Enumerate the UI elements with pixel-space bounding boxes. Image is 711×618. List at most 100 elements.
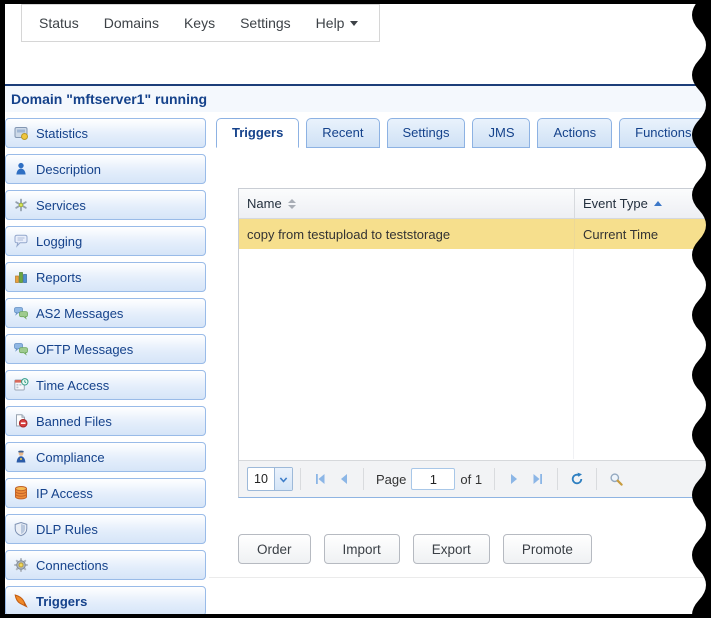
tab-jms[interactable]: JMS (472, 118, 530, 148)
sidebar-item-triggers[interactable]: Triggers (5, 586, 206, 614)
sidebar-item-label: OFTP Messages (36, 342, 133, 357)
speech-bubble-icon (13, 233, 29, 249)
pagination-toolbar: 10 Page of 1 (239, 460, 710, 497)
page-size-select[interactable]: 10 (247, 467, 293, 491)
prev-page-icon (337, 472, 351, 486)
sidebar-item-time-access[interactable]: Time Access (5, 370, 206, 400)
import-button[interactable]: Import (324, 534, 400, 564)
person-badge-icon (13, 449, 29, 465)
menu-item-settings[interactable]: Settings (240, 15, 291, 31)
tab-functions[interactable]: Functions (619, 118, 707, 148)
menubar: Status Domains Keys Settings Help (21, 4, 380, 42)
sidebar-item-reports[interactable]: Reports (5, 262, 206, 292)
menu-item-status[interactable]: Status (39, 15, 79, 31)
first-page-icon (313, 472, 327, 486)
menu-item-domains[interactable]: Domains (104, 15, 159, 31)
calendar-clock-icon (13, 377, 29, 393)
page-label: Page (376, 472, 406, 487)
tab-settings[interactable]: Settings (387, 118, 466, 148)
statistics-icon (13, 125, 29, 141)
ip-database-icon (13, 485, 29, 501)
refresh-button[interactable] (567, 469, 587, 489)
user-icon (13, 161, 29, 177)
next-page-icon (507, 472, 521, 486)
sidebar-item-label: Triggers (36, 594, 87, 609)
page-of-label: of 1 (460, 472, 482, 487)
search-button[interactable] (606, 469, 626, 489)
tab-actions[interactable]: Actions (537, 118, 612, 148)
sidebar-item-label: Connections (36, 558, 108, 573)
sidebar-item-label: Banned Files (36, 414, 112, 429)
search-icon (609, 472, 623, 486)
select-dropdown-button[interactable] (274, 468, 292, 490)
column-label: Name (247, 196, 282, 211)
column-header-event-type[interactable]: Event Type (574, 189, 710, 218)
promote-button[interactable]: Promote (503, 534, 592, 564)
shield-icon (13, 521, 29, 537)
trigger-icon (13, 593, 29, 609)
sidebar-item-connections[interactable]: Connections (5, 550, 206, 580)
column-divider (573, 249, 574, 459)
gear-icon (13, 557, 29, 573)
toolbar-separator (363, 468, 364, 490)
sidebar-item-as2-messages[interactable]: AS2 Messages (5, 298, 206, 328)
prev-page-button[interactable] (334, 469, 354, 489)
tab-bar: Triggers Recent Settings JMS Actions Fun… (216, 118, 708, 148)
tab-recent[interactable]: Recent (306, 118, 379, 148)
sidebar-item-label: DLP Rules (36, 522, 98, 537)
cell-name: copy from testupload to teststorage (239, 219, 574, 249)
first-page-button[interactable] (310, 469, 330, 489)
sidebar-item-label: Services (36, 198, 86, 213)
tab-triggers[interactable]: Triggers (216, 118, 299, 148)
bar-chart-icon (13, 269, 29, 285)
grid-header: Name Event Type (239, 189, 710, 219)
next-page-button[interactable] (504, 469, 524, 489)
sidebar-item-label: AS2 Messages (36, 306, 123, 321)
toolbar-separator (557, 468, 558, 490)
chevron-down-icon (278, 474, 289, 485)
toolbar-separator (596, 468, 597, 490)
banned-file-icon (13, 413, 29, 429)
sidebar-item-label: Description (36, 162, 101, 177)
sidebar-item-statistics[interactable]: Statistics (5, 118, 206, 148)
sidebar-item-banned-files[interactable]: Banned Files (5, 406, 206, 436)
sort-ascending-icon (654, 201, 662, 206)
sidebar-item-logging[interactable]: Logging (5, 226, 206, 256)
order-button[interactable]: Order (238, 534, 311, 564)
column-header-name[interactable]: Name (239, 189, 574, 218)
menu-item-label: Settings (240, 15, 291, 31)
menu-item-label: Help (316, 15, 345, 31)
menu-item-label: Status (39, 15, 79, 31)
menu-item-help[interactable]: Help (316, 15, 359, 31)
cell-event-type: Current Time (574, 219, 710, 249)
menu-item-keys[interactable]: Keys (184, 15, 215, 31)
sort-unsorted-icon (288, 199, 296, 209)
messages-icon (13, 305, 29, 321)
sidebar-item-ip-access[interactable]: IP Access (5, 478, 206, 508)
sidebar-item-compliance[interactable]: Compliance (5, 442, 206, 472)
toolbar-separator (494, 468, 495, 490)
sidebar-item-services[interactable]: Services (5, 190, 206, 220)
export-button[interactable]: Export (413, 534, 490, 564)
services-icon (13, 197, 29, 213)
triggers-grid: Name Event Type copy from testupload to … (238, 188, 711, 498)
toolbar-separator (300, 468, 301, 490)
table-row-selected[interactable]: copy from testupload to teststorage Curr… (239, 219, 710, 250)
sidebar-item-description[interactable]: Description (5, 154, 206, 184)
app-window: Status Domains Keys Settings Help Domain… (0, 0, 711, 618)
sidebar: Statistics Description Services Logging … (5, 118, 206, 614)
panel-bottom-divider (209, 577, 711, 578)
messages-icon (13, 341, 29, 357)
last-page-icon (531, 472, 545, 486)
domain-title-bar: Domain "mftserver1" running (5, 84, 711, 112)
last-page-button[interactable] (528, 469, 548, 489)
sidebar-item-label: Time Access (36, 378, 109, 393)
grid-empty-area (239, 249, 710, 459)
sidebar-item-oftp-messages[interactable]: OFTP Messages (5, 334, 206, 364)
page-number-input[interactable] (411, 468, 455, 490)
page-size-value: 10 (248, 468, 274, 490)
sidebar-item-label: Compliance (36, 450, 105, 465)
sidebar-item-dlp-rules[interactable]: DLP Rules (5, 514, 206, 544)
menu-item-label: Domains (104, 15, 159, 31)
caret-down-icon (350, 21, 358, 26)
